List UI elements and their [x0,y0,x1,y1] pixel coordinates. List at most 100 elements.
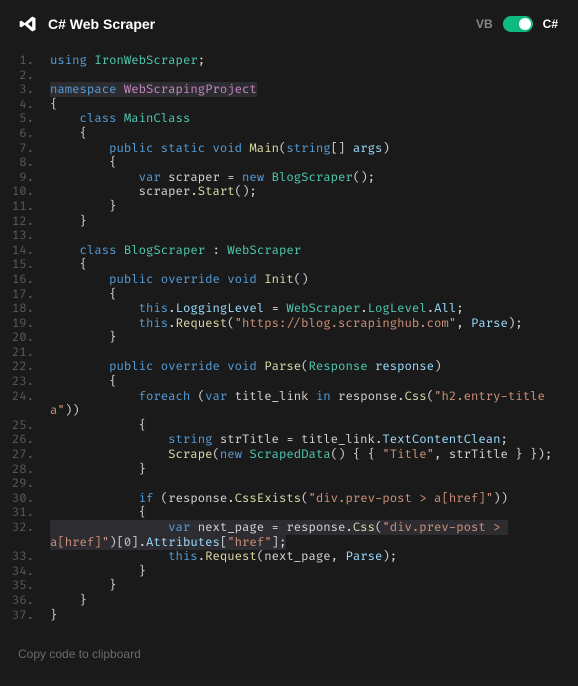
code-line: 20. } [8,331,578,346]
line-number: 9. [8,171,44,186]
line-content [44,346,578,361]
code-line: 19. this.Request("https://blog.scrapingh… [8,317,578,332]
line-content: var next_page = response.Css("div.prev-p… [44,521,578,550]
code-line: 31. { [8,506,578,521]
code-line: 14. class BlogScraper : WebScraper [8,244,578,259]
code-line: 8. { [8,156,578,171]
line-number: 28. [8,463,44,478]
line-number: 21. [8,346,44,361]
line-number: 7. [8,142,44,157]
code-line: 18. this.LoggingLevel = WebScraper.LogLe… [8,302,578,317]
line-content: } [44,594,578,609]
line-content: scraper.Start(); [44,185,578,200]
highlighted-span: namespace WebScrapingProject [50,82,257,97]
line-number: 5. [8,112,44,127]
line-number: 14. [8,244,44,259]
line-content: foreach (var title_link in response.Css(… [44,390,578,419]
line-number: 32. [8,521,44,550]
line-number: 26. [8,433,44,448]
line-content: using IronWebScraper; [44,54,578,69]
line-content: string strTitle = title_link.TextContent… [44,433,578,448]
line-content: public static void Main(string[] args) [44,142,578,157]
code-line: 28. } [8,463,578,478]
line-content: this.Request("https://blog.scrapinghub.c… [44,317,578,332]
line-number: 10. [8,185,44,200]
line-number: 30. [8,492,44,507]
line-content: } [44,565,578,580]
line-content: { [44,156,578,171]
line-content: { [44,375,578,390]
line-number: 31. [8,506,44,521]
line-number: 16. [8,273,44,288]
line-number: 35. [8,579,44,594]
code-line: 30. if (response.CssExists("div.prev-pos… [8,492,578,507]
line-content: } [44,579,578,594]
line-number: 23. [8,375,44,390]
code-line: 5. class MainClass [8,112,578,127]
language-toggle[interactable] [503,16,533,32]
code-line: 22. public override void Parse(Response … [8,360,578,375]
line-number: 25. [8,419,44,434]
code-line: 24. foreach (var title_link in response.… [8,390,578,419]
line-number: 13. [8,229,44,244]
header-left: C# Web Scraper [18,14,155,34]
line-content: if (response.CssExists("div.prev-post > … [44,492,578,507]
code-line: 1.using IronWebScraper; [8,54,578,69]
code-line: 29. [8,477,578,492]
line-content: public override void Init() [44,273,578,288]
line-content: Scrape(new ScrapedData() { { "Title", st… [44,448,578,463]
header: C# Web Scraper VB C# [0,0,578,44]
line-content: class BlogScraper : WebScraper [44,244,578,259]
line-number: 17. [8,288,44,303]
code-line: 36. } [8,594,578,609]
line-number: 33. [8,550,44,565]
line-number: 18. [8,302,44,317]
line-content: this.Request(next_page, Parse); [44,550,578,565]
language-toggle-group: VB C# [476,16,558,32]
line-content [44,229,578,244]
copy-code-button[interactable]: Copy code to clipboard [0,633,578,675]
line-content: { [44,98,578,113]
line-number: 20. [8,331,44,346]
code-line: 27. Scrape(new ScrapedData() { { "Title"… [8,448,578,463]
line-content: { [44,258,578,273]
line-number: 19. [8,317,44,332]
highlighted-span: var next_page = response.Css("div.prev-p… [50,520,508,550]
code-line: 6. { [8,127,578,142]
line-number: 37. [8,609,44,624]
line-number: 12. [8,215,44,230]
code-line: 25. { [8,419,578,434]
line-number: 1. [8,54,44,69]
line-content: } [44,200,578,215]
code-line: 13. [8,229,578,244]
line-content: } [44,331,578,346]
code-editor[interactable]: 1.using IronWebScraper;2.3.namespace Web… [0,44,578,633]
code-line: 33. this.Request(next_page, Parse); [8,550,578,565]
page-title: C# Web Scraper [48,16,155,32]
code-line: 10. scraper.Start(); [8,185,578,200]
code-line: 34. } [8,565,578,580]
line-content [44,69,578,84]
code-line: 23. { [8,375,578,390]
line-content: { [44,127,578,142]
code-line: 7. public static void Main(string[] args… [8,142,578,157]
line-number: 8. [8,156,44,171]
line-number: 34. [8,565,44,580]
line-number: 6. [8,127,44,142]
line-number: 2. [8,69,44,84]
code-line: 15. { [8,258,578,273]
line-number: 29. [8,477,44,492]
lang-csharp-label[interactable]: C# [543,17,558,31]
code-line: 16. public override void Init() [8,273,578,288]
code-line: 2. [8,69,578,84]
line-content: this.LoggingLevel = WebScraper.LogLevel.… [44,302,578,317]
lang-vb-label[interactable]: VB [476,17,493,31]
line-content: { [44,288,578,303]
code-line: 4.{ [8,98,578,113]
code-line: 21. [8,346,578,361]
line-number: 36. [8,594,44,609]
line-number: 22. [8,360,44,375]
line-content: var scraper = new BlogScraper(); [44,171,578,186]
line-number: 27. [8,448,44,463]
code-line: 17. { [8,288,578,303]
